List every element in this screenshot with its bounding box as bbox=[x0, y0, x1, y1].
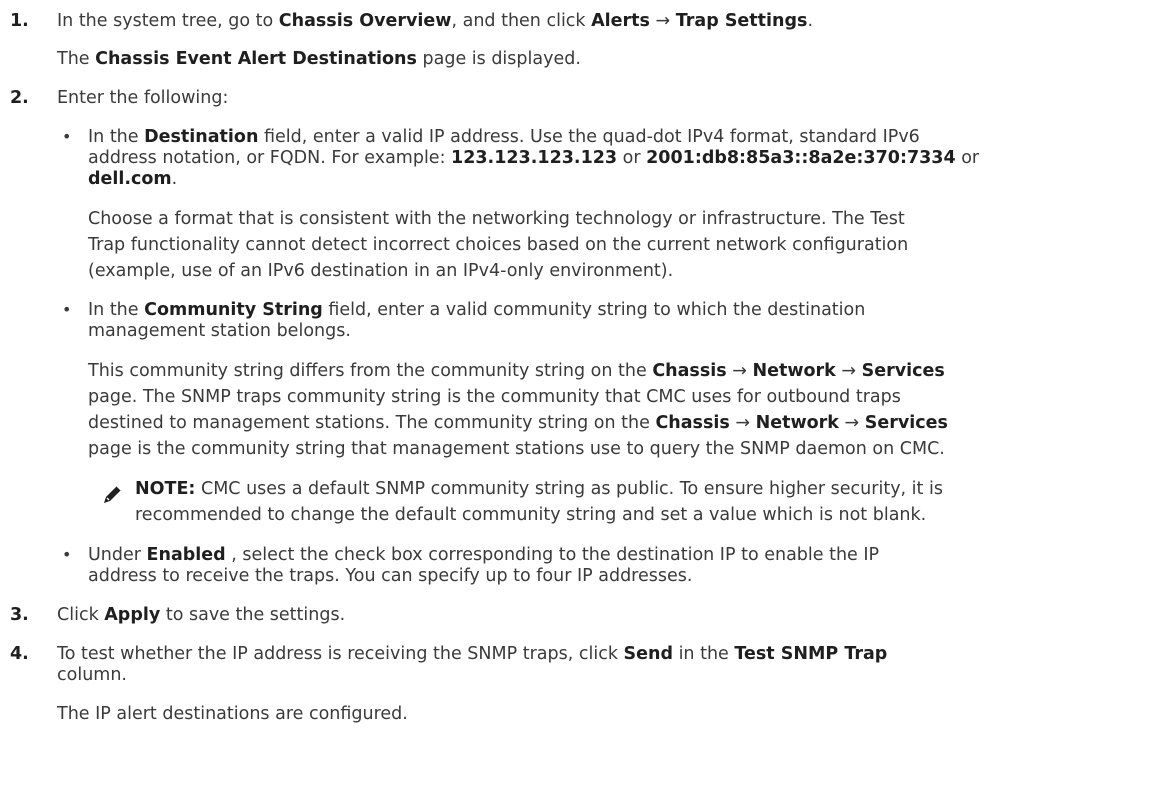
note-line-1: NOTE: CMC uses a default SNMP community … bbox=[135, 479, 943, 499]
destination-line-3: dell.com. bbox=[88, 169, 178, 189]
destination-para-line-3: (example, use of an IPv6 destination in … bbox=[88, 261, 674, 281]
step-number-1: 1. bbox=[10, 11, 29, 31]
community-para-line-3: destined to management stations. The com… bbox=[88, 413, 948, 433]
step-2-intro: Enter the following: bbox=[57, 88, 229, 108]
bullet-community: • bbox=[62, 300, 72, 319]
enabled-line-1: Under Enabled , select the check box cor… bbox=[88, 545, 880, 565]
destination-para-line-2: Trap functionality cannot detect incorre… bbox=[88, 235, 909, 255]
destination-line-1: In the Destination field, enter a valid … bbox=[88, 127, 920, 147]
step-number-4: 4. bbox=[10, 644, 29, 664]
community-line-1: In the Community String field, enter a v… bbox=[88, 300, 866, 320]
community-para-line-1: This community string differs from the c… bbox=[88, 361, 945, 381]
note-line-2: recommended to change the default commun… bbox=[135, 505, 927, 525]
step-number-2: 2. bbox=[10, 88, 29, 108]
bullet-enabled: • bbox=[62, 545, 72, 564]
step-1-result: The Chassis Event Alert Destinations pag… bbox=[57, 49, 581, 69]
community-line-2: management station belongs. bbox=[88, 321, 351, 341]
step-number-3: 3. bbox=[10, 605, 29, 625]
destination-para-line-1: Choose a format that is consistent with … bbox=[88, 209, 905, 229]
document-page: 1. In the system tree, go to Chassis Ove… bbox=[0, 0, 1170, 785]
step-4-line-2: column. bbox=[57, 665, 127, 685]
note-pencil-icon bbox=[104, 485, 122, 503]
community-para-line-4: page is the community string that manage… bbox=[88, 439, 945, 459]
community-para-line-2: page. The SNMP traps community string is… bbox=[88, 387, 901, 407]
step-1-line-1: In the system tree, go to Chassis Overvi… bbox=[57, 11, 814, 31]
step-4-line-1: To test whether the IP address is receiv… bbox=[57, 644, 888, 664]
bullet-destination: • bbox=[62, 127, 72, 146]
step-3-text: Click Apply to save the settings. bbox=[57, 605, 346, 625]
procedure-result: The IP alert destinations are configured… bbox=[57, 704, 408, 724]
enabled-line-2: address to receive the traps. You can sp… bbox=[88, 566, 693, 586]
destination-line-2: address notation, or FQDN. For example: … bbox=[88, 148, 980, 168]
